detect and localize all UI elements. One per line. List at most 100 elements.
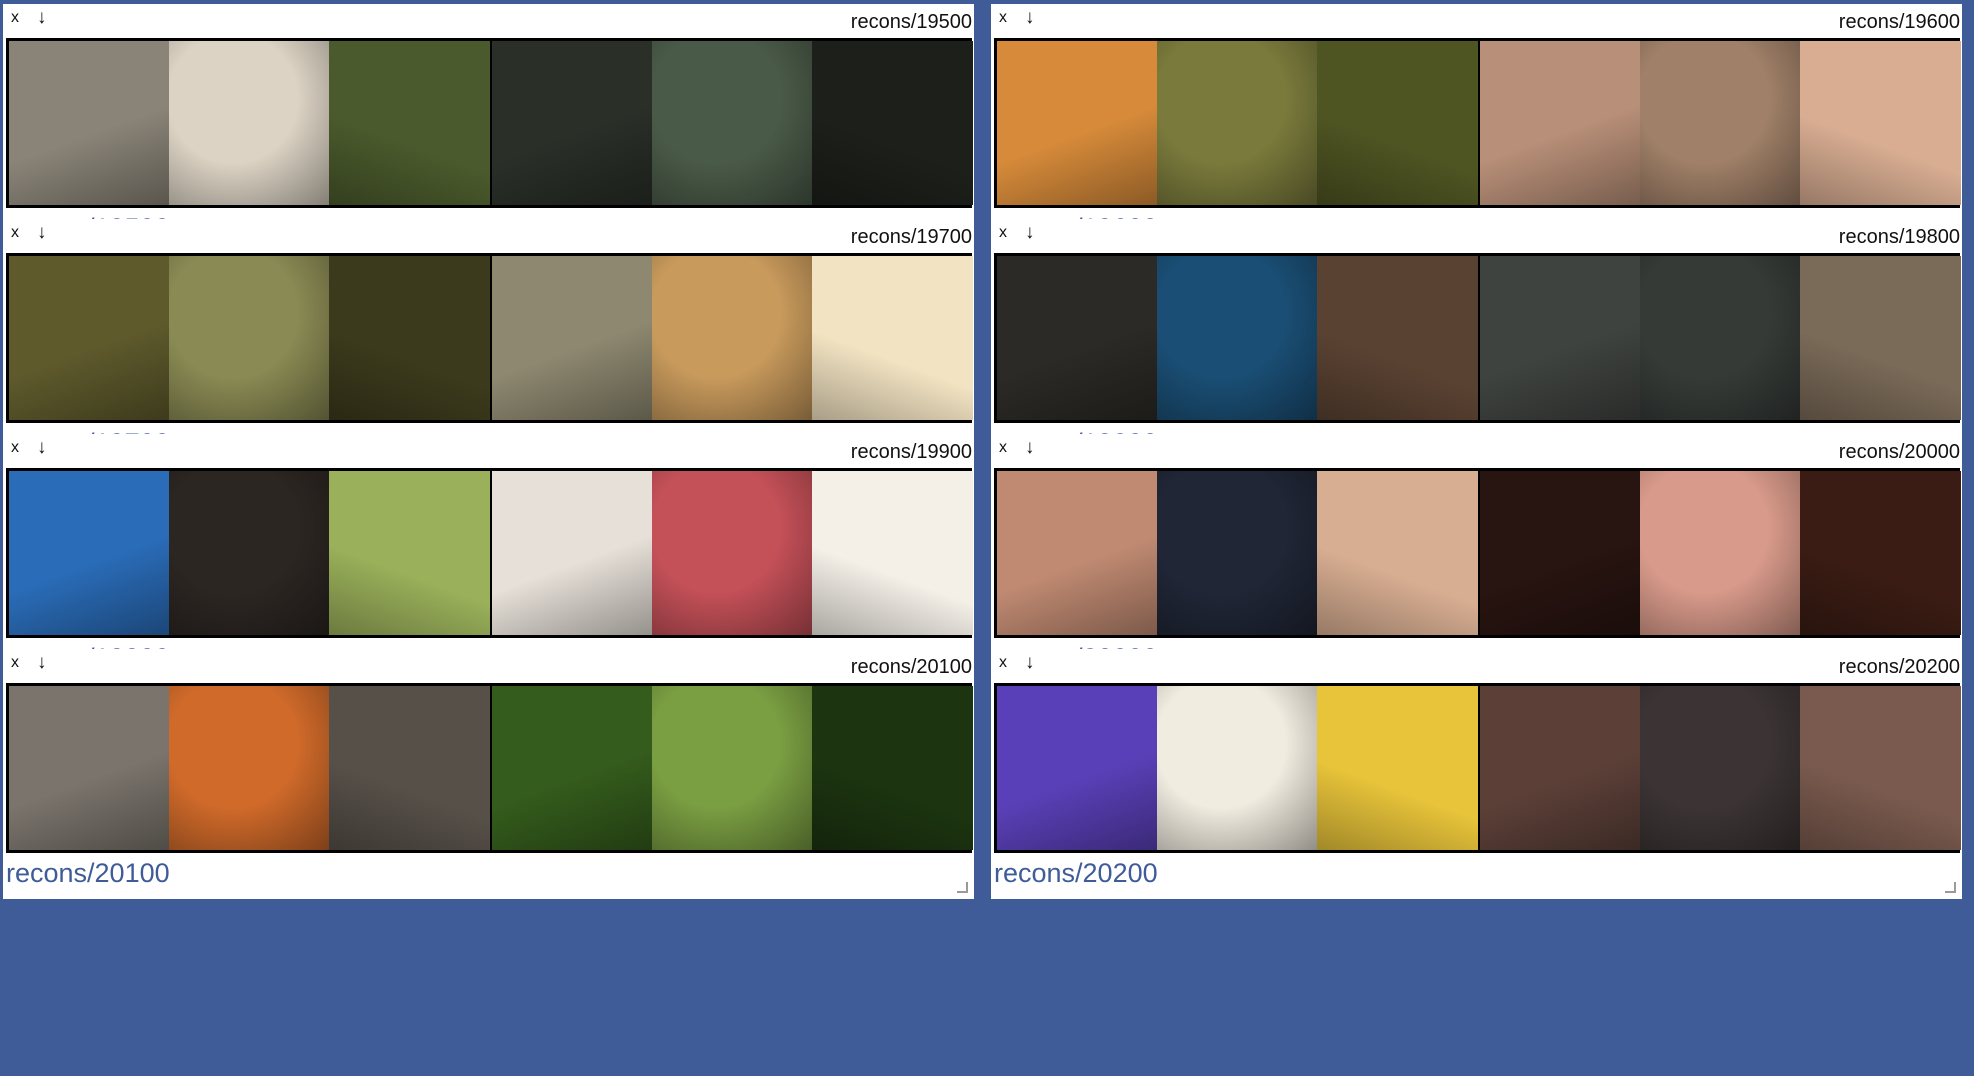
download-icon[interactable]: ↓ — [37, 653, 47, 673]
image-strip-left — [9, 256, 490, 420]
image-panel-grid: x ↓ recons/19500 recons/19500 x ↓ recons… — [0, 0, 1974, 1076]
image-tile-high-res — [1317, 256, 1478, 420]
download-icon[interactable]: ↓ — [37, 223, 47, 243]
image-tile-recon — [169, 471, 329, 635]
panel-title: recons/19800 — [1838, 226, 1960, 248]
image-tile-high-res — [329, 256, 490, 420]
image-strip-right — [492, 256, 973, 420]
image-strip-right — [1480, 686, 1961, 850]
image-tile-low-res — [9, 41, 169, 205]
image-tile-low-res — [1480, 471, 1640, 635]
close-icon[interactable]: x — [999, 653, 1007, 673]
image-tile-recon — [652, 471, 812, 635]
image-tile-low-res — [997, 41, 1157, 205]
image-strip-left — [997, 41, 1478, 205]
image-tile-low-res — [492, 686, 652, 850]
image-tile-low-res — [997, 471, 1157, 635]
image-tile-high-res — [1317, 686, 1478, 850]
image-tile-high-res — [812, 41, 973, 205]
panel-title: recons/20100 — [850, 656, 972, 678]
image-strip-right — [492, 41, 973, 205]
image-panel: x ↓ recons/19900 recons/19900 — [3, 434, 974, 684]
download-icon[interactable]: ↓ — [1025, 223, 1035, 243]
close-icon[interactable]: x — [999, 8, 1007, 28]
image-panel: x ↓ recons/20000 recons/20000 — [991, 434, 1962, 684]
reconstruction-image — [6, 253, 973, 423]
image-tile-high-res — [329, 471, 490, 635]
image-tile-recon — [1640, 256, 1800, 420]
image-tile-high-res — [812, 686, 973, 850]
image-strip-right — [1480, 41, 1961, 205]
close-icon[interactable]: x — [999, 223, 1007, 243]
resize-handle[interactable] — [957, 882, 968, 893]
image-tile-recon — [1157, 686, 1317, 850]
image-tile-low-res — [9, 686, 169, 850]
download-icon[interactable]: ↓ — [1025, 438, 1035, 458]
image-tile-recon — [1640, 686, 1800, 850]
panel-toolbar: x ↓ recons/20000 — [991, 434, 1962, 468]
image-tile-high-res — [1800, 471, 1961, 635]
close-icon[interactable]: x — [11, 223, 19, 243]
close-icon[interactable]: x — [11, 8, 19, 28]
download-icon[interactable]: ↓ — [37, 8, 47, 28]
image-tile-recon — [1640, 41, 1800, 205]
reconstruction-image — [994, 38, 1961, 208]
image-tile-low-res — [997, 686, 1157, 850]
image-panel: x ↓ recons/19800 recons/19800 — [991, 219, 1962, 469]
panel-caption-link[interactable]: recons/20200 — [994, 857, 1158, 889]
download-icon[interactable]: ↓ — [1025, 653, 1035, 673]
panel-caption-link[interactable]: recons/20100 — [6, 857, 170, 889]
image-tile-low-res — [1480, 256, 1640, 420]
image-panel: x ↓ recons/19500 recons/19500 — [3, 4, 974, 254]
panel-toolbar: x ↓ recons/20200 — [991, 649, 1962, 683]
image-tile-recon — [1157, 256, 1317, 420]
panel-title: recons/19500 — [850, 11, 972, 33]
image-tile-low-res — [1480, 41, 1640, 205]
reconstruction-image — [994, 253, 1961, 423]
panel-toolbar: x ↓ recons/19600 — [991, 4, 1962, 38]
panel-title: recons/20000 — [1838, 441, 1960, 463]
panel-title: recons/19700 — [850, 226, 972, 248]
image-tile-high-res — [1800, 686, 1961, 850]
image-strip-left — [997, 686, 1478, 850]
image-tile-low-res — [9, 256, 169, 420]
resize-handle[interactable] — [1945, 882, 1956, 893]
download-icon[interactable]: ↓ — [37, 438, 47, 458]
close-icon[interactable]: x — [11, 438, 19, 458]
image-tile-high-res — [1800, 41, 1961, 205]
image-tile-recon — [169, 686, 329, 850]
image-tile-recon — [169, 256, 329, 420]
panel-toolbar: x ↓ recons/19800 — [991, 219, 1962, 253]
image-strip-left — [9, 471, 490, 635]
panel-toolbar: x ↓ recons/19900 — [3, 434, 974, 468]
image-tile-high-res — [329, 41, 490, 205]
image-tile-recon — [169, 41, 329, 205]
image-tile-high-res — [329, 686, 490, 850]
image-tile-recon — [652, 686, 812, 850]
image-tile-high-res — [1800, 256, 1961, 420]
reconstruction-image — [994, 683, 1961, 853]
image-tile-recon — [1157, 41, 1317, 205]
image-tile-recon — [652, 256, 812, 420]
image-strip-right — [492, 471, 973, 635]
panel-toolbar: x ↓ recons/20100 — [3, 649, 974, 683]
image-panel: x ↓ recons/19700 recons/19700 — [3, 219, 974, 469]
image-tile-high-res — [1317, 471, 1478, 635]
image-strip-right — [1480, 471, 1961, 635]
image-tile-low-res — [492, 41, 652, 205]
close-icon[interactable]: x — [11, 653, 19, 673]
image-tile-low-res — [9, 471, 169, 635]
image-tile-recon — [1640, 471, 1800, 635]
image-panel: x ↓ recons/20100 recons/20100 — [3, 649, 974, 899]
image-tile-recon — [652, 41, 812, 205]
panel-toolbar: x ↓ recons/19500 — [3, 4, 974, 38]
image-strip-left — [9, 41, 490, 205]
image-strip-right — [1480, 256, 1961, 420]
panel-title: recons/19600 — [1838, 11, 1960, 33]
download-icon[interactable]: ↓ — [1025, 8, 1035, 28]
close-icon[interactable]: x — [999, 438, 1007, 458]
image-tile-high-res — [812, 471, 973, 635]
image-tile-high-res — [812, 256, 973, 420]
panel-title: recons/20200 — [1838, 656, 1960, 678]
image-tile-low-res — [492, 256, 652, 420]
